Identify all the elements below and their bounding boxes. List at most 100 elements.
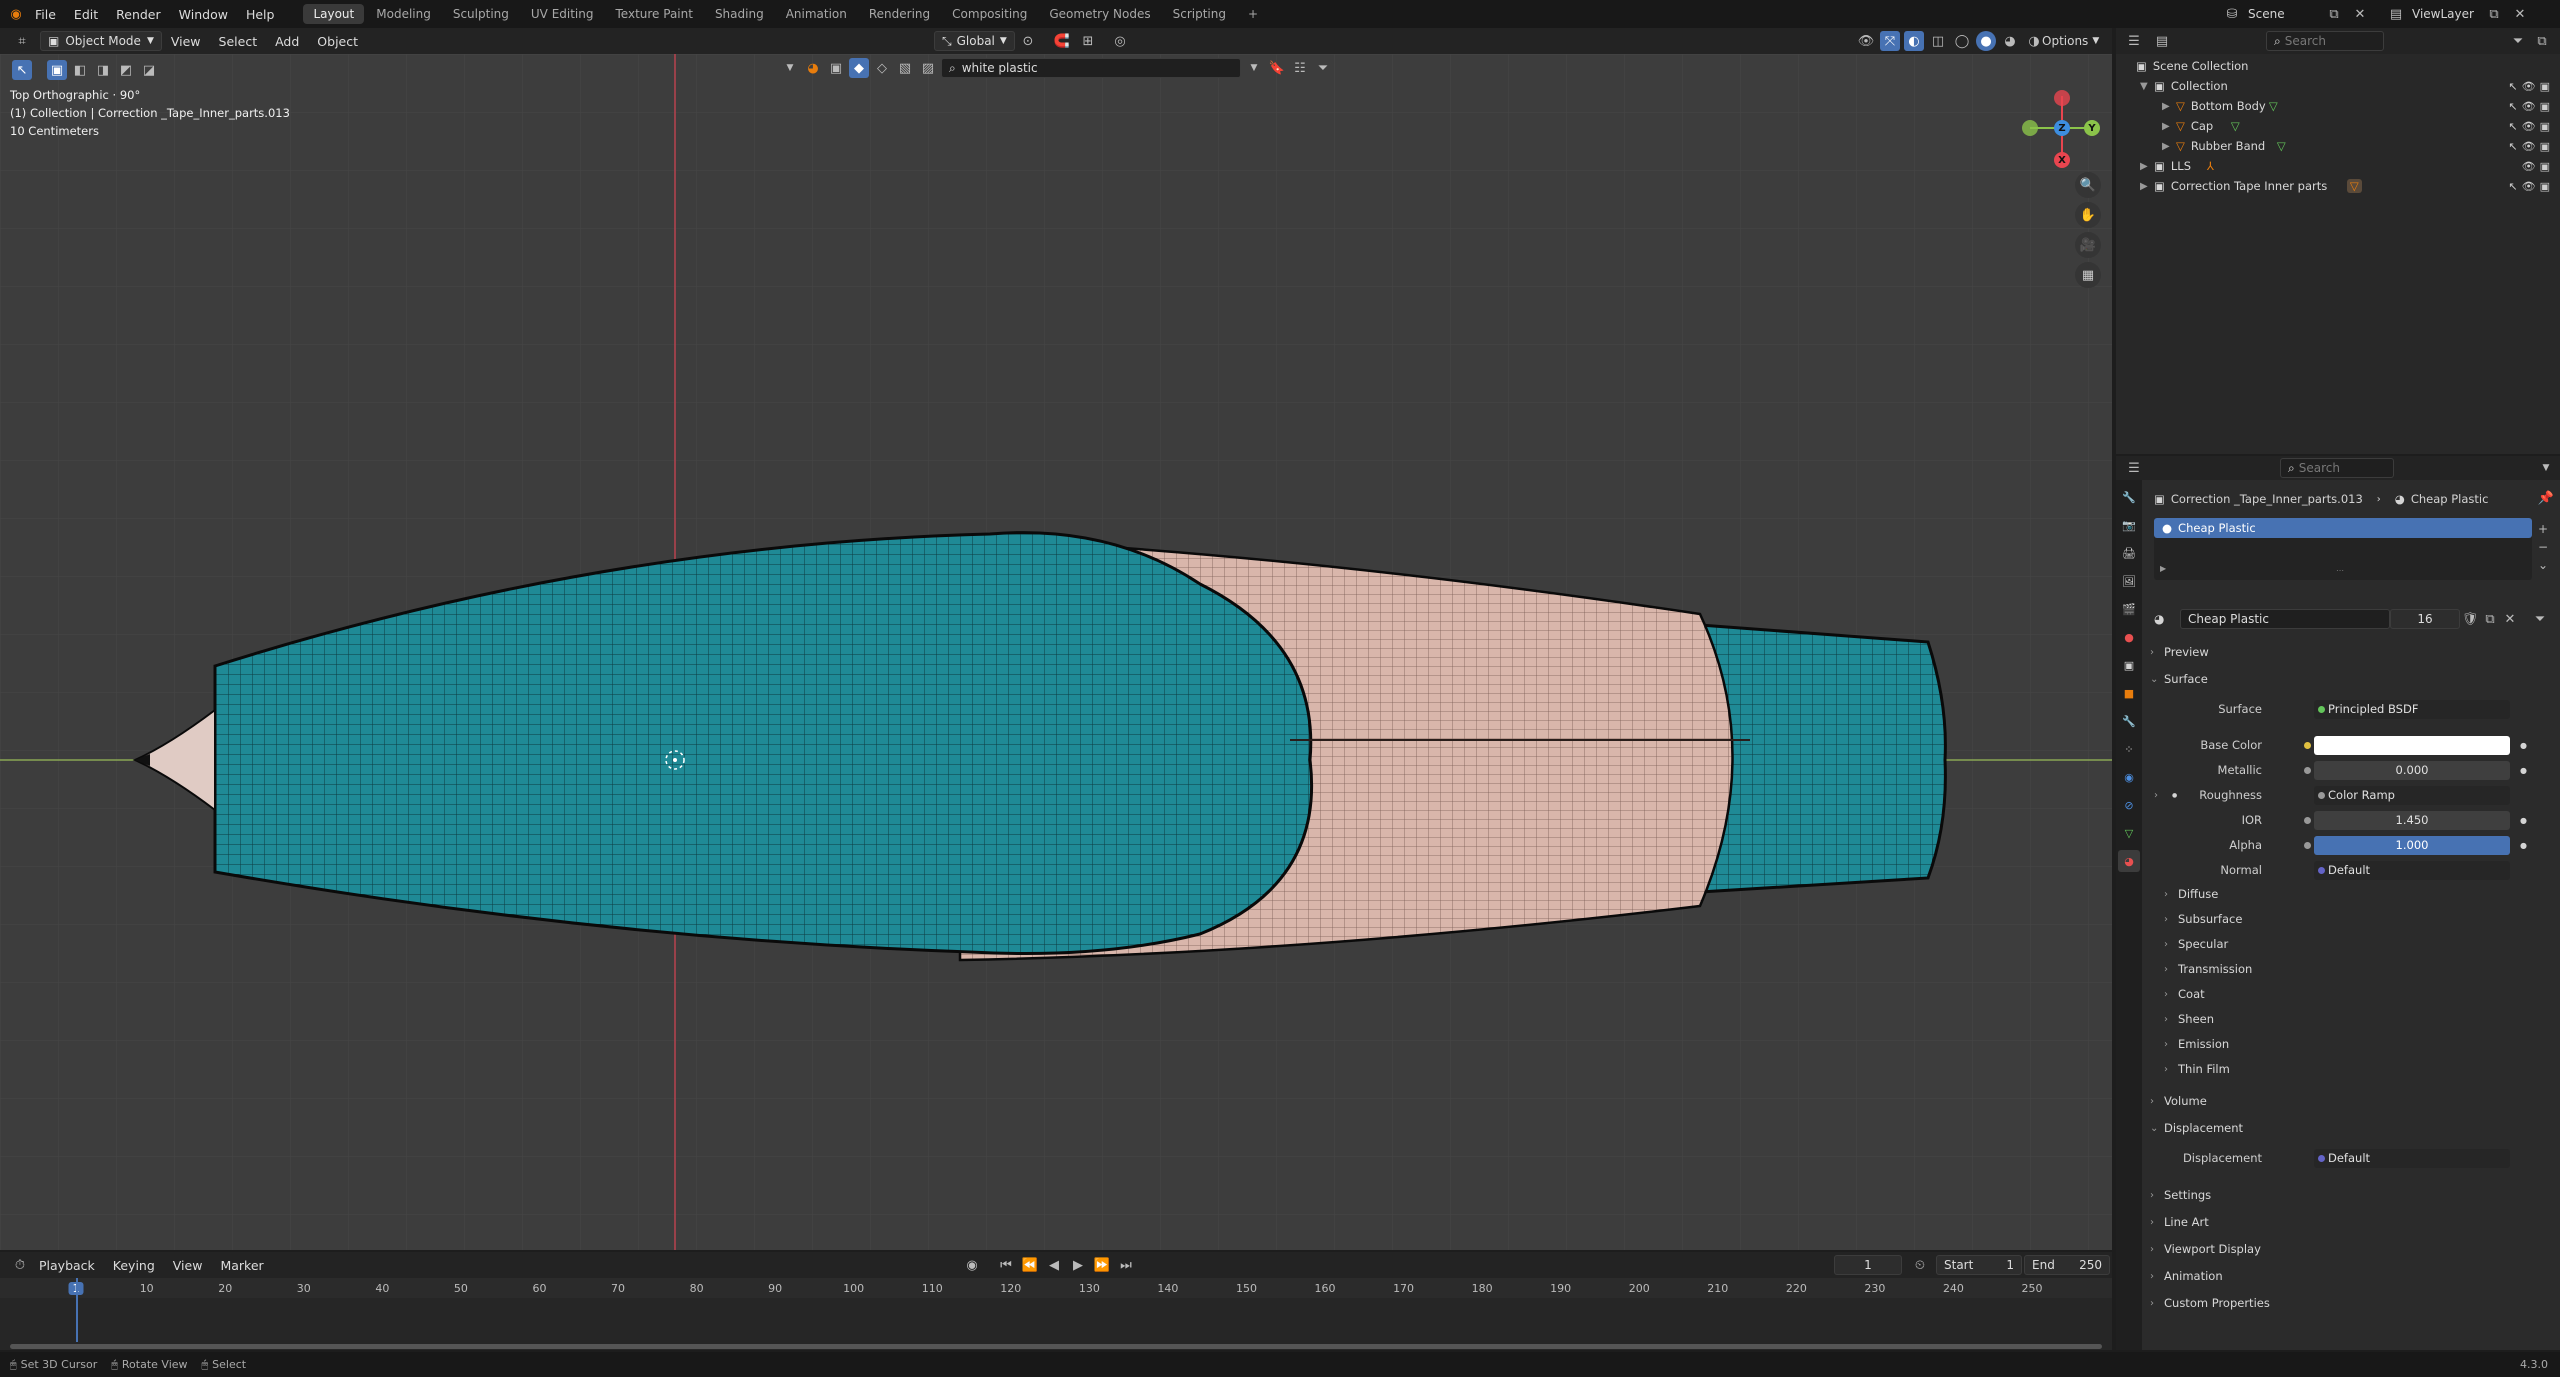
subpanel-subsurface[interactable]: › Subsurface — [2164, 909, 2242, 929]
viewport-canvas[interactable] — [0, 54, 2112, 1250]
camera-view-icon[interactable]: 🎥 — [2075, 232, 2101, 258]
unlink-icon[interactable]: ✕ — [2500, 609, 2520, 629]
render-icon[interactable]: ▣ — [2540, 100, 2550, 113]
expand-icon[interactable]: ▶ — [2160, 564, 2166, 573]
object-filter-icon[interactable]: ▣ — [826, 58, 846, 78]
tab-layout[interactable]: Layout — [303, 4, 365, 24]
chevron-right-icon[interactable]: ▶ — [2162, 121, 2176, 132]
ortho-grid-icon[interactable]: ▦ — [2075, 262, 2101, 288]
displacement-field[interactable]: Default — [2314, 1148, 2510, 1168]
physics-tab-icon[interactable]: ◉ — [2118, 766, 2140, 788]
proportional-edit-icon[interactable]: ◎ — [1110, 31, 1130, 51]
add-slot-icon[interactable]: + — [2538, 522, 2548, 536]
gizmo-neg-x-icon[interactable] — [2054, 90, 2070, 106]
panel-settings[interactable]: › Settings — [2150, 1185, 2211, 1205]
chevron-right-icon[interactable]: ▶ — [2140, 181, 2154, 192]
bookmark-icon[interactable]: 🔖 — [1267, 58, 1287, 78]
delete-viewlayer-icon[interactable]: ✕ — [2510, 4, 2530, 24]
filter-funnel-icon[interactable]: ⏷ — [2530, 609, 2550, 629]
render-tab-icon[interactable]: 📷 — [2118, 514, 2140, 536]
surface-shader-field[interactable]: Principled BSDF — [2314, 699, 2510, 719]
outliner-row-rubber-band[interactable]: ▶ ▽ Rubber Band ▽ ↖ 👁 ▣ — [2116, 136, 2560, 156]
fake-user-icon[interactable]: 🛡 — [2460, 609, 2480, 629]
constraints-tab-icon[interactable]: ⊘ — [2118, 794, 2140, 816]
tab-sculpting[interactable]: Sculpting — [443, 4, 519, 24]
delete-scene-icon[interactable]: ✕ — [2350, 4, 2370, 24]
keyframe-dot-icon[interactable]: ● — [2520, 766, 2527, 775]
gizmo-z-icon[interactable]: Z — [2054, 120, 2070, 136]
pin-icon[interactable]: 📌 — [2536, 488, 2556, 508]
snap-target-icon[interactable]: ⊞ — [1078, 31, 1098, 51]
blender-logo-icon[interactable]: ◉ — [6, 4, 26, 24]
tab-rendering[interactable]: Rendering — [859, 4, 940, 24]
menu-render[interactable]: Render — [107, 7, 170, 22]
collection-tab-icon[interactable]: ▣ — [2118, 654, 2140, 676]
armature-icon[interactable]: ⅄ — [2207, 159, 2214, 173]
light-filter-icon[interactable]: ◇ — [872, 58, 892, 78]
panel-surface[interactable]: ⌄ Surface — [2150, 669, 2208, 689]
menu-file[interactable]: File — [26, 7, 65, 22]
selectable-icon[interactable]: ↖ — [2508, 100, 2517, 113]
ior-field[interactable]: 1.450 — [2304, 810, 2510, 830]
chevron-right-icon[interactable]: ▶ — [2162, 101, 2176, 112]
display-mode-icon[interactable]: ▤ — [2152, 31, 2172, 51]
menu-window[interactable]: Window — [170, 7, 237, 22]
subpanel-emission[interactable]: › Emission — [2164, 1034, 2229, 1054]
panel-custom-properties[interactable]: › Custom Properties — [2150, 1293, 2270, 1313]
properties-search-input[interactable]: ⌕ Search — [2280, 458, 2394, 478]
tab-shading[interactable]: Shading — [705, 4, 774, 24]
panel-line-art[interactable]: › Line Art — [2150, 1212, 2209, 1232]
tab-uv-editing[interactable]: UV Editing — [521, 4, 604, 24]
outliner-row-lls[interactable]: ▶ ▣ LLS ⅄ 👁 ▣ — [2116, 156, 2560, 176]
add-workspace-button[interactable]: + — [1238, 4, 1268, 24]
vp-menu-add[interactable]: Add — [266, 34, 308, 49]
chevron-right-icon[interactable]: ▶ — [2162, 141, 2176, 152]
mesh-filter-icon[interactable]: ◆ — [849, 58, 869, 78]
options-dropdown[interactable]: Options ▼ — [2042, 34, 2099, 48]
eye-icon[interactable]: 👁 — [2522, 160, 2536, 173]
selectable-icon[interactable]: ↖ — [2508, 120, 2517, 133]
duplicate-icon[interactable]: ⧉ — [2480, 609, 2500, 629]
keyframe-dot-icon[interactable]: ● — [2520, 816, 2527, 825]
vp-menu-object[interactable]: Object — [308, 34, 367, 49]
timeline-editor-icon[interactable]: ⏱ — [10, 1255, 30, 1275]
timeline-scrollbar[interactable] — [10, 1344, 2102, 1349]
vp-menu-select[interactable]: Select — [210, 34, 267, 49]
modifier-tab-icon[interactable]: 🔧 — [2118, 710, 2140, 732]
keyframe-dot-icon[interactable]: ● — [2520, 841, 2527, 850]
selectable-icon[interactable]: ↖ — [2508, 80, 2517, 93]
particles-tab-icon[interactable]: ⁘ — [2118, 738, 2140, 760]
outliner-search-input[interactable]: ⌕ Search — [2266, 31, 2384, 51]
remove-slot-icon[interactable]: − — [2538, 540, 2548, 554]
new-collection-icon[interactable]: ⧉ — [2532, 31, 2552, 51]
other-filter-icon[interactable]: ▨ — [918, 58, 938, 78]
tab-geometry-nodes[interactable]: Geometry Nodes — [1039, 4, 1160, 24]
user-count[interactable]: 16 — [2390, 609, 2460, 629]
timeline[interactable]: 1102030405060708090100110120130140150160… — [0, 1278, 2112, 1350]
alpha-slider[interactable]: 1.000 — [2304, 835, 2510, 855]
wireframe-shading-icon[interactable]: ◯ — [1952, 31, 1972, 51]
new-scene-icon[interactable]: ⧉ — [2324, 4, 2344, 24]
select-extend-icon[interactable]: ◧ — [70, 60, 90, 80]
slot-menu-icon[interactable]: ⌄ — [2538, 558, 2548, 572]
base-color-swatch[interactable] — [2304, 735, 2510, 755]
normal-field[interactable]: Default — [2314, 860, 2510, 880]
mode-dropdown[interactable]: ▣ Object Mode ▼ — [40, 31, 162, 51]
rendered-shading-icon[interactable]: ◑ — [2024, 31, 2044, 51]
chevron-right-icon[interactable]: ▶ — [2140, 161, 2154, 172]
material-search-input[interactable]: ⌕ white plastic — [941, 58, 1241, 78]
subpanel-thin-film[interactable]: › Thin Film — [2164, 1059, 2230, 1079]
eye-icon[interactable]: 👁 — [2522, 180, 2536, 193]
render-icon[interactable]: ▣ — [2540, 160, 2550, 173]
outliner-row-correction-tape[interactable]: ▶ ▣ Correction Tape Inner parts ▽ ↖ 👁 ▣ — [2116, 176, 2560, 196]
jump-end-icon[interactable]: ⏭ — [1116, 1255, 1136, 1275]
select-intersect-icon[interactable]: ◪ — [139, 60, 159, 80]
editor-type-icon[interactable]: ⌗ — [12, 31, 32, 51]
eye-icon[interactable]: 👁 — [2522, 140, 2536, 153]
select-invert-icon[interactable]: ◩ — [116, 60, 136, 80]
properties-editor-icon[interactable]: ☰ — [2124, 458, 2144, 478]
roughness-field[interactable]: Color Ramp — [2314, 785, 2510, 805]
selectable-icon[interactable]: ↖ — [2508, 140, 2517, 153]
current-frame-field[interactable]: 1 — [1834, 1255, 1902, 1275]
menu-edit[interactable]: Edit — [65, 7, 107, 22]
